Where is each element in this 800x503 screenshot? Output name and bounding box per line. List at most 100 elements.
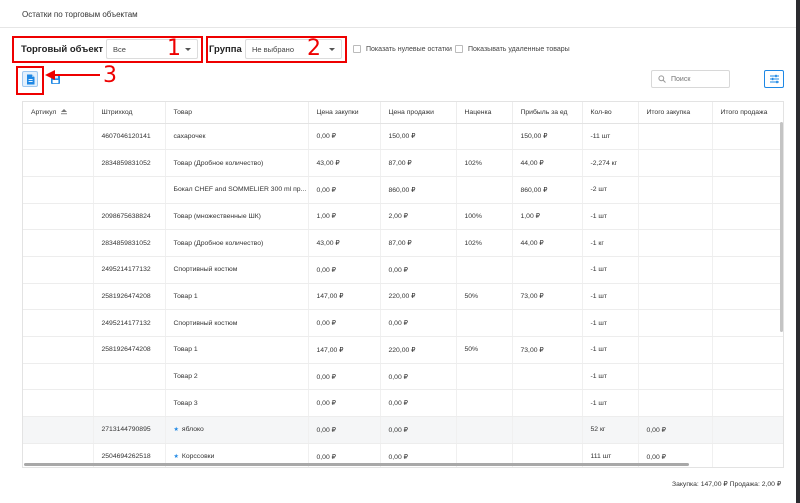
cell-sell-price: 0,00 ₽	[380, 416, 457, 444]
cell-barcode: 2834859831052	[93, 229, 166, 257]
cell-quantity: -1 кг	[582, 229, 639, 257]
product-name: Корссовки	[181, 453, 215, 461]
cell-buy-price: 0,00 ₽	[308, 309, 381, 337]
cell-barcode: 2495214177132	[93, 309, 166, 337]
column-header-barcode[interactable]: Штрихкод	[93, 102, 166, 124]
show-deleted-checkbox[interactable]: Показывать удаленные товары	[455, 45, 570, 53]
cell-product: Товар 1	[165, 283, 309, 311]
table-row[interactable]: Бокал CHEF and SOMMELIER 300 ml пр... 0,0…	[23, 176, 783, 204]
cell-article	[23, 416, 94, 444]
cell-article	[23, 389, 94, 418]
column-settings-icon	[769, 74, 779, 84]
cell-markup	[456, 176, 513, 204]
cell-product: сахарочек	[165, 123, 309, 151]
cell-article	[23, 149, 94, 177]
cell-buy-price: 0,00 ₽	[308, 363, 381, 391]
cell-product: Товар (Дробное количество)	[165, 229, 309, 257]
cell-sell-price: 87,00 ₽	[380, 149, 457, 177]
table-row[interactable]: Товар 2 0,00 ₽0,00 ₽ -1 шт	[23, 363, 783, 391]
cell-barcode	[93, 389, 166, 418]
cell-total-sell	[712, 363, 783, 391]
checkbox-box[interactable]	[455, 45, 463, 53]
column-header-quantity[interactable]: Кол-во	[582, 102, 639, 124]
column-header-total-buy[interactable]: Итого закупка	[638, 102, 713, 124]
table-row[interactable]: 2581926474208 Товар 1 147,00 ₽220,00 ₽50% 7…	[23, 283, 783, 311]
group-select[interactable]: Не выбрано	[245, 39, 342, 59]
table-row[interactable]: 2098675638824 Товар (множественные ШК) 1,0…	[23, 203, 783, 231]
search-input[interactable]	[671, 75, 727, 83]
cell-sell-price: 150,00 ₽	[380, 123, 457, 151]
cell-quantity: -1 шт	[582, 363, 639, 391]
table-row[interactable]: 2495214177132 Спортивный костюм 0,00 ₽0,00…	[23, 256, 783, 284]
cell-article	[23, 256, 94, 284]
show-deleted-label: Показывать удаленные товары	[468, 45, 570, 53]
horizontal-scrollbar[interactable]	[24, 463, 689, 466]
column-header-buy-price[interactable]: Цена закупки	[308, 102, 381, 124]
star-icon: ★	[173, 427, 179, 434]
column-header-total-sell[interactable]: Итого продажа	[712, 102, 783, 124]
cell-total-sell	[712, 229, 783, 257]
cell-total-buy	[638, 229, 713, 257]
cell-sell-price: 87,00 ₽	[380, 229, 457, 257]
cell-quantity: -1 шт	[582, 203, 639, 231]
cell-quantity: -1 шт	[582, 283, 639, 311]
excel-export-icon	[26, 74, 34, 84]
cell-product: Товар 2	[165, 363, 309, 391]
cell-barcode: 4607046120141	[93, 123, 166, 151]
cell-buy-price: 0,00 ₽	[308, 416, 381, 444]
store-select[interactable]: Все	[106, 39, 198, 59]
cell-markup	[456, 256, 513, 284]
cell-unit-profit: 860,00 ₽	[512, 176, 583, 204]
column-header-markup[interactable]: Наценка	[456, 102, 513, 124]
cell-barcode	[93, 176, 166, 204]
vertical-scrollbar[interactable]	[780, 122, 783, 332]
table-row[interactable]: 4607046120141 сахарочек 0,00 ₽150,00 ₽150,…	[23, 123, 783, 151]
column-header-article[interactable]: Артикул	[23, 102, 94, 124]
search-icon	[658, 75, 666, 83]
cell-quantity: -2 шт	[582, 176, 639, 204]
cell-total-sell	[712, 123, 783, 151]
cell-unit-profit: 44,00 ₽	[512, 229, 583, 257]
report-window: Остатки по торговым объектам Торговый об…	[0, 0, 796, 503]
table-row[interactable]: Товар 3 0,00 ₽0,00 ₽ -1 шт	[23, 389, 783, 418]
annotation-number-3: 3	[103, 63, 117, 88]
cell-product: Спортивный костюм	[165, 256, 309, 284]
cell-sell-price: 0,00 ₽	[380, 309, 457, 337]
cell-unit-profit	[512, 416, 583, 444]
cell-buy-price: 43,00 ₽	[308, 229, 381, 257]
column-header-sell-price[interactable]: Цена продажи	[380, 102, 457, 124]
cell-product: Бокал CHEF and SOMMELIER 300 ml пр...	[165, 176, 309, 204]
cell-unit-profit	[512, 389, 583, 418]
cell-total-buy	[638, 336, 713, 364]
column-settings-button[interactable]	[764, 70, 784, 88]
caret-down-icon	[329, 48, 335, 51]
cell-markup: 102%	[456, 229, 513, 257]
column-header-unit-profit[interactable]: Прибыль за ед	[512, 102, 583, 124]
cell-product: Спортивный костюм	[165, 309, 309, 337]
cell-markup: 50%	[456, 336, 513, 364]
search-field[interactable]	[651, 70, 730, 88]
cell-buy-price: 1,00 ₽	[308, 203, 381, 231]
cell-markup	[456, 416, 513, 444]
excel-export-button[interactable]	[22, 71, 38, 87]
column-header-product[interactable]: Товар	[165, 102, 309, 124]
table-row[interactable]: 2834859831052 Товар (Дробное количество) 4…	[23, 229, 783, 257]
table-row[interactable]: 2495214177132 Спортивный костюм 0,00 ₽0,00…	[23, 309, 783, 337]
sort-icon[interactable]	[60, 108, 68, 115]
show-zero-checkbox[interactable]: Показать нулевые остатки	[353, 45, 452, 53]
cell-total-buy	[638, 283, 713, 311]
cell-markup: 102%	[456, 149, 513, 177]
cell-markup	[456, 389, 513, 418]
cell-unit-profit: 73,00 ₽	[512, 283, 583, 311]
cell-article	[23, 229, 94, 257]
table-row[interactable]: 2581926474208 Товар 1 147,00 ₽220,00 ₽50% 7…	[23, 336, 783, 364]
cell-total-sell	[712, 176, 783, 204]
cell-quantity: -2,274 кг	[582, 149, 639, 177]
checkbox-box[interactable]	[353, 45, 361, 53]
table-row[interactable]: 2834859831052 Товар (Дробное количество) 4…	[23, 149, 783, 177]
cell-total-buy	[638, 389, 713, 418]
cell-total-sell	[712, 336, 783, 364]
cell-total-buy	[638, 203, 713, 231]
table-row[interactable]: 2713144790895 ★ яблоко 0,00 ₽0,00 ₽52 кг 0,0…	[23, 416, 783, 444]
product-name: яблоко	[181, 426, 204, 434]
